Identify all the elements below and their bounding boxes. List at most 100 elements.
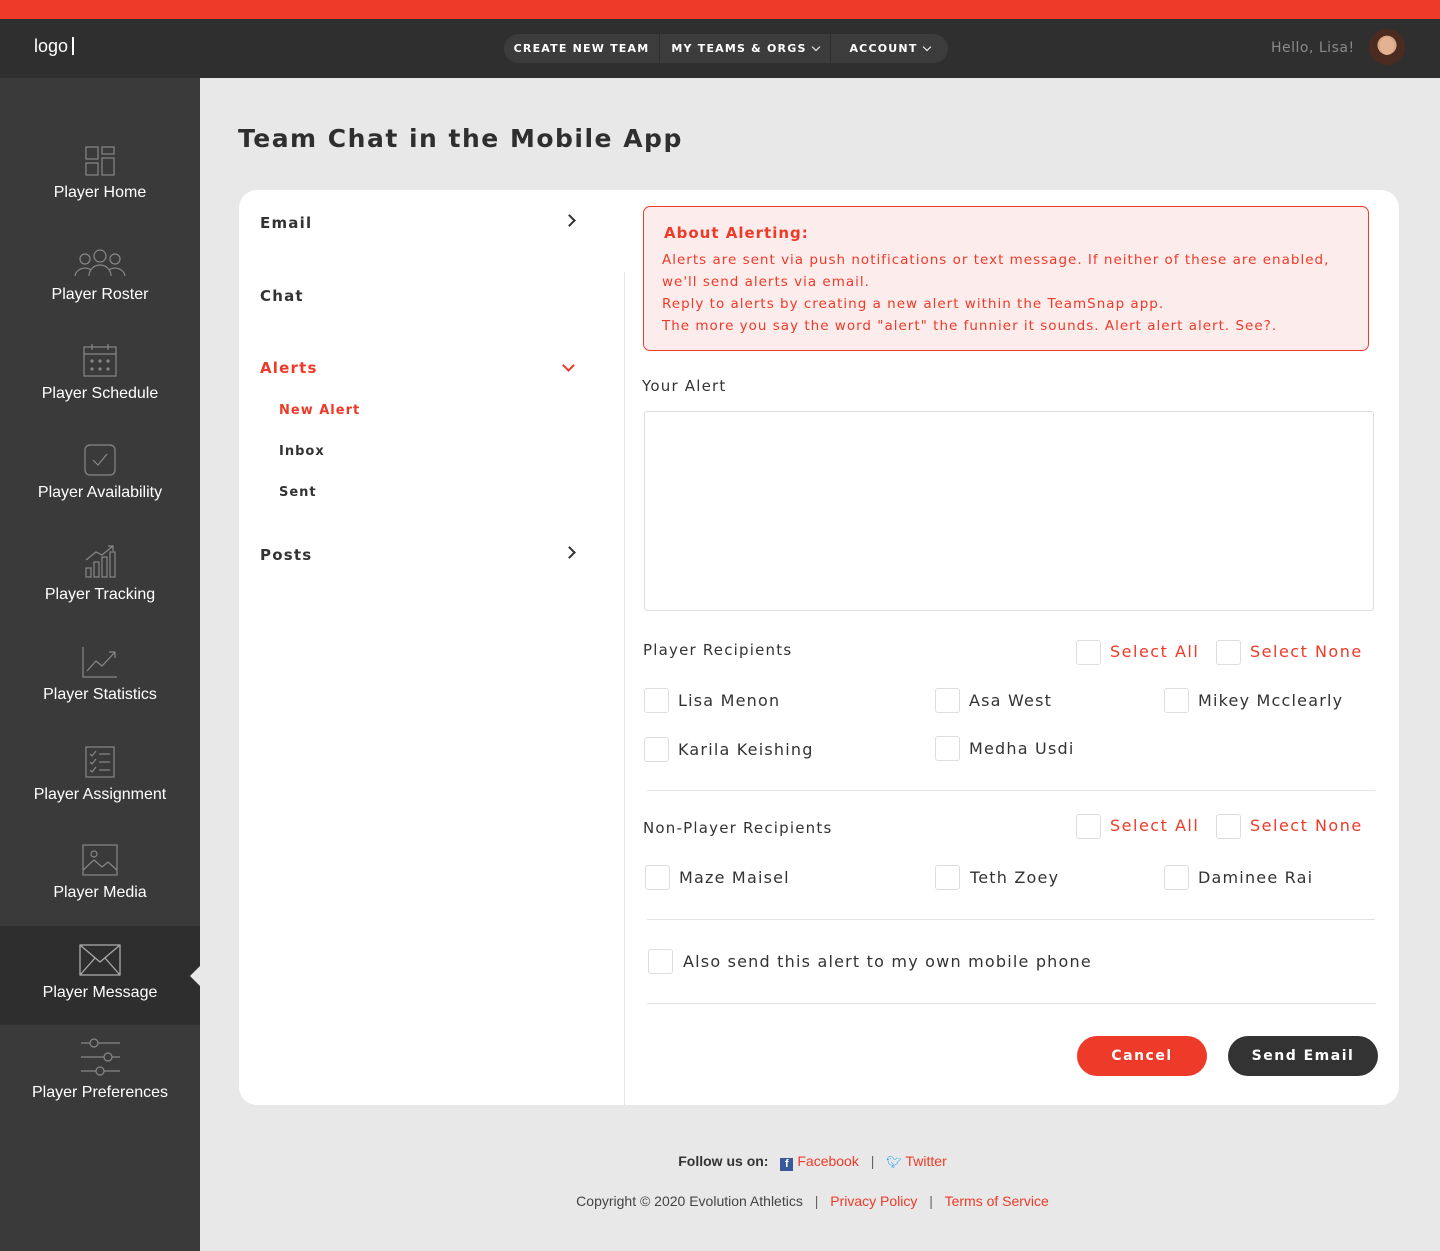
nav-label: ACCOUNT xyxy=(849,42,918,55)
player-recipients-label: Player Recipients xyxy=(643,641,793,659)
footer-copyright: Copyright © 2020 Evolution Athletics | P… xyxy=(576,1193,1049,1209)
sidebar-item-player-assignment[interactable]: Player Assignment xyxy=(0,746,200,804)
chevron-down-icon xyxy=(811,42,820,51)
sidebar-item-label: Player Media xyxy=(53,884,147,901)
checklist-icon xyxy=(85,746,115,778)
facebook-link[interactable]: Facebook xyxy=(797,1153,858,1169)
trend-icon xyxy=(82,647,117,678)
avatar[interactable] xyxy=(1369,29,1405,65)
calendar-icon xyxy=(83,344,117,377)
own-phone-checkbox[interactable] xyxy=(648,949,673,974)
player-checkbox[interactable] xyxy=(935,736,960,761)
copyright-text: Copyright © 2020 Evolution Athletics xyxy=(576,1193,803,1209)
alert-textarea[interactable] xyxy=(644,411,1374,611)
top-nav: CREATE NEW TEAM MY TEAMS & ORGS ACCOUNT xyxy=(504,34,948,63)
player-name: Lisa Menon xyxy=(678,691,781,710)
non-player-name: Teth Zoey xyxy=(970,868,1060,887)
non-player-select-all-label[interactable]: Select All xyxy=(1110,816,1199,835)
envelope-icon xyxy=(79,944,121,976)
leftnav-alerts[interactable]: Alerts xyxy=(260,359,318,377)
player-select-none-label[interactable]: Select None xyxy=(1250,642,1363,661)
sidebar-item-label: Player Message xyxy=(42,984,158,1001)
divider xyxy=(647,919,1375,920)
cancel-button[interactable]: Cancel xyxy=(1077,1036,1207,1076)
nav-label: CREATE NEW TEAM xyxy=(513,42,650,55)
page-title: Team Chat in the Mobile App xyxy=(238,124,683,153)
sidebar-item-player-message[interactable]: Player Message xyxy=(0,926,200,1025)
non-player-checkbox[interactable] xyxy=(645,865,670,890)
player-select-all-label[interactable]: Select All xyxy=(1110,642,1199,661)
sidebar-item-label: Player Roster xyxy=(51,286,149,303)
sidebar-item-label: Player Assignment xyxy=(33,786,167,803)
non-player-checkbox[interactable] xyxy=(935,865,960,890)
image-icon xyxy=(82,844,118,876)
group-icon xyxy=(74,249,126,277)
vertical-divider xyxy=(624,272,625,1105)
non-player-checkbox[interactable] xyxy=(1164,865,1189,890)
sidebar-item-player-preferences[interactable]: Player Preferences xyxy=(0,1038,200,1102)
sidebar-item-player-media[interactable]: Player Media xyxy=(0,844,200,902)
leftnav-chat[interactable]: Chat xyxy=(260,287,304,305)
greeting: Hello, Lisa! xyxy=(1271,40,1355,56)
sidebar-item-label: Player Home xyxy=(53,184,147,201)
sidebar-item-label: Player Availability xyxy=(37,484,163,501)
sidebar-item-player-tracking[interactable]: Player Tracking xyxy=(0,544,200,604)
non-player-recipients-label: Non-Player Recipients xyxy=(643,819,833,837)
leftnav-inbox[interactable]: Inbox xyxy=(279,444,325,459)
non-player-name: Daminee Rai xyxy=(1198,868,1314,887)
non-player-select-all-checkbox[interactable] xyxy=(1076,814,1101,839)
nav-account[interactable]: ACCOUNT xyxy=(831,34,948,63)
non-player-select-none-checkbox[interactable] xyxy=(1216,814,1241,839)
divider xyxy=(647,1003,1376,1004)
player-select-none-checkbox[interactable] xyxy=(1216,640,1241,665)
about-line-2: Reply to alerts by creating a new alert … xyxy=(662,296,1165,312)
sidebar-item-player-home[interactable]: Player Home xyxy=(0,146,200,202)
leftnav-email[interactable]: Email xyxy=(260,214,312,232)
player-name: Karila Keishing xyxy=(678,740,814,759)
sidebar-item-label: Player Tracking xyxy=(44,586,156,603)
privacy-policy-link[interactable]: Privacy Policy xyxy=(830,1193,917,1209)
facebook-icon: f xyxy=(780,1158,794,1171)
player-select-all-checkbox[interactable] xyxy=(1076,640,1101,665)
player-checkbox[interactable] xyxy=(644,737,669,762)
footer-follow: Follow us on: f Facebook | 🐦︎ Twitter xyxy=(678,1153,947,1171)
player-checkbox[interactable] xyxy=(935,688,960,713)
top-accent-strip xyxy=(0,0,1440,19)
chevron-down-icon xyxy=(922,42,931,51)
twitter-icon: 🐦︎ xyxy=(886,1155,902,1169)
player-checkbox[interactable] xyxy=(644,688,669,713)
sidebar-item-player-roster[interactable]: Player Roster xyxy=(0,248,200,304)
sliders-icon xyxy=(81,1038,120,1076)
sidebar-item-player-schedule[interactable]: Player Schedule xyxy=(0,343,200,403)
non-player-select-none-label[interactable]: Select None xyxy=(1250,816,1363,835)
sidebar-item-label: Player Preferences xyxy=(31,1084,169,1101)
sidebar-item-player-statistics[interactable]: Player Statistics xyxy=(0,646,200,704)
leftnav-new-alert[interactable]: New Alert xyxy=(279,403,360,418)
bar-chart-icon xyxy=(85,545,116,578)
player-name: Medha Usdi xyxy=(969,739,1075,758)
own-phone-label: Also send this alert to my own mobile ph… xyxy=(683,952,1092,971)
nav-label: MY TEAMS & ORGS xyxy=(671,42,807,55)
terms-of-service-link[interactable]: Terms of Service xyxy=(945,1193,1049,1209)
sidebar: Player Home Player Roster Player Schedul… xyxy=(0,78,200,1251)
non-player-name: Maze Maisel xyxy=(679,868,790,887)
checkbox-icon xyxy=(84,444,116,476)
about-heading: About Alerting: xyxy=(664,224,809,242)
send-email-button[interactable]: Send Email xyxy=(1228,1036,1378,1076)
player-name: Asa West xyxy=(969,691,1053,710)
sidebar-item-player-availability[interactable]: Player Availability xyxy=(0,444,200,502)
sidebar-item-label: Player Statistics xyxy=(43,686,157,703)
your-alert-label: Your Alert xyxy=(642,377,727,395)
logo[interactable]: logo xyxy=(34,36,75,57)
leftnav-sent[interactable]: Sent xyxy=(279,485,317,500)
player-checkbox[interactable] xyxy=(1164,688,1189,713)
divider xyxy=(647,790,1375,791)
about-alerting-box: About Alerting: Alerts are sent via push… xyxy=(643,206,1369,351)
leftnav-posts[interactable]: Posts xyxy=(260,546,312,564)
active-indicator xyxy=(190,966,200,986)
dashboard-icon xyxy=(85,146,115,176)
nav-create-new-team[interactable]: CREATE NEW TEAM xyxy=(504,34,660,63)
logo-text: logo xyxy=(34,36,69,56)
nav-my-teams-orgs[interactable]: MY TEAMS & ORGS xyxy=(660,34,831,63)
twitter-link[interactable]: Twitter xyxy=(906,1153,947,1169)
